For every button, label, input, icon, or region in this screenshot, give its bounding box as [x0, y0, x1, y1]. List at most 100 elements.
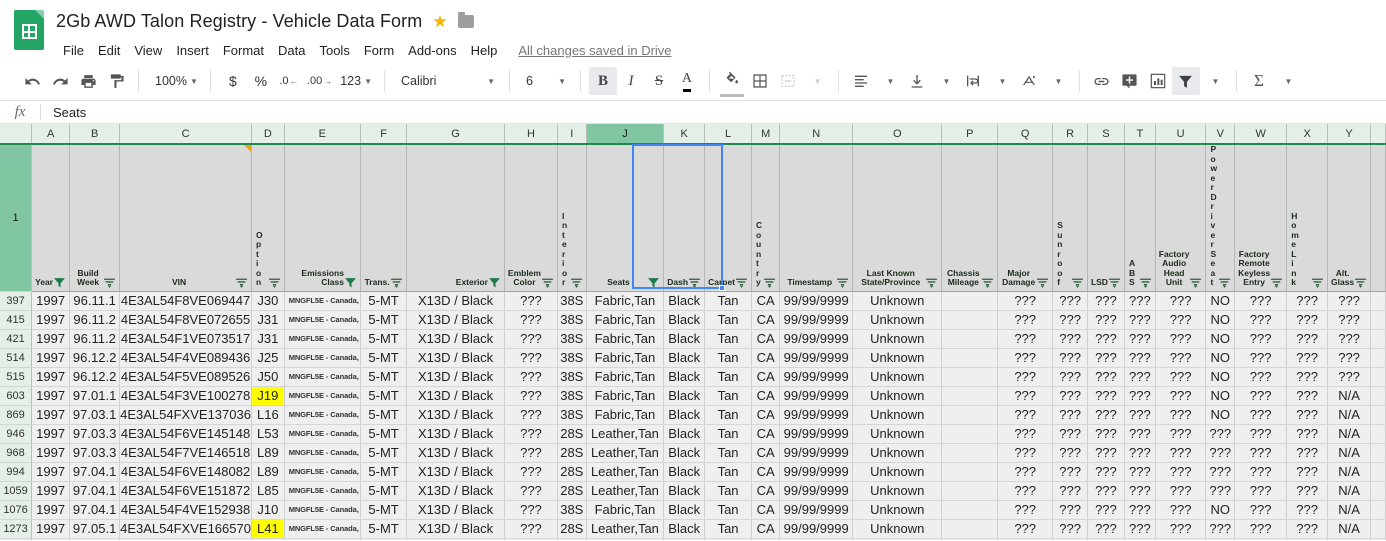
- text-wrap-dropdown[interactable]: ▼: [987, 67, 1015, 95]
- menu-item-edit[interactable]: Edit: [91, 41, 127, 60]
- cell-F968[interactable]: 5-MT: [360, 443, 408, 463]
- cell-Q1273[interactable]: ???: [997, 519, 1054, 539]
- cell-V1273[interactable]: ???: [1205, 519, 1236, 539]
- font-size-selector[interactable]: 6 ▼: [518, 67, 572, 95]
- cell-H415[interactable]: ???: [504, 310, 558, 330]
- cell-S514[interactable]: ???: [1087, 348, 1125, 368]
- cell-M603[interactable]: CA: [751, 386, 781, 406]
- cell-L415[interactable]: Tan: [704, 310, 753, 330]
- fill-color-icon[interactable]: [718, 67, 746, 97]
- row-header-514[interactable]: 514: [0, 348, 33, 368]
- cell-V1076[interactable]: NO: [1205, 500, 1236, 520]
- cell-M968[interactable]: CA: [751, 443, 781, 463]
- cell-W514[interactable]: ???: [1234, 348, 1288, 368]
- cell-C994[interactable]: 4E3AL54F6VE148082: [119, 462, 252, 482]
- row-header-421[interactable]: 421: [0, 329, 33, 349]
- cell-A421[interactable]: 1997: [31, 329, 71, 349]
- cell-C397[interactable]: 4E3AL54F8VE069447: [119, 291, 252, 311]
- cell-V603[interactable]: NO: [1205, 386, 1236, 406]
- cell-C968[interactable]: 4E3AL54F7VE146518: [119, 443, 252, 463]
- filter-dropdown[interactable]: ▼: [1200, 67, 1228, 95]
- decrease-decimal-button[interactable]: .0 ←: [275, 67, 303, 95]
- column-header-h[interactable]: H: [504, 124, 558, 145]
- cell-X1451[interactable]: ???: [1286, 538, 1328, 540]
- cell-D946[interactable]: L53: [251, 424, 285, 444]
- cell-V1451[interactable]: ???: [1205, 538, 1236, 540]
- cell-F1451[interactable]: 5-MT: [360, 538, 408, 540]
- table-row[interactable]: 1451199797.05.24E3AL54F8VE175705J06MNGFL…: [0, 538, 1386, 540]
- cell-P421[interactable]: [941, 329, 999, 349]
- cell-J1059[interactable]: Leather,Tan: [586, 481, 665, 501]
- menu-item-tools[interactable]: Tools: [312, 41, 356, 60]
- percent-format-button[interactable]: %: [247, 67, 275, 95]
- redo-icon[interactable]: [46, 67, 74, 95]
- cell-Q603[interactable]: ???: [997, 386, 1054, 406]
- cell-C869[interactable]: 4E3AL54FXVE137036: [119, 405, 252, 425]
- cell-F1273[interactable]: 5-MT: [360, 519, 408, 539]
- cell-B421[interactable]: 96.11.2: [69, 329, 121, 349]
- cell-O421[interactable]: Unknown: [852, 329, 943, 349]
- cell-M415[interactable]: CA: [751, 310, 781, 330]
- cell-M514[interactable]: CA: [751, 348, 781, 368]
- cell-U415[interactable]: ???: [1155, 310, 1207, 330]
- cell-D421[interactable]: J31: [251, 329, 285, 349]
- table-row[interactable]: 994 1997 97.04.1 4E3AL54F6VE148082 L89 MNGFL5…: [0, 462, 1386, 482]
- cell-X514[interactable]: ???: [1286, 348, 1328, 368]
- cell-T869[interactable]: ???: [1124, 405, 1156, 425]
- column-header-s[interactable]: S: [1087, 124, 1125, 145]
- cell-D415[interactable]: J31: [251, 310, 285, 330]
- cell-C1451[interactable]: 4E3AL54F8VE175705: [119, 538, 252, 540]
- cell-P968[interactable]: [941, 443, 999, 463]
- cell-Q994[interactable]: ???: [997, 462, 1054, 482]
- cell-V421[interactable]: NO: [1205, 329, 1236, 349]
- cell-U869[interactable]: ???: [1155, 405, 1207, 425]
- cell-E603[interactable]: MNGFL5E - Canada,: [284, 386, 361, 406]
- column-header-v[interactable]: V: [1205, 124, 1236, 145]
- cell-O515[interactable]: Unknown: [852, 367, 943, 387]
- spreadsheet-grid[interactable]: ABCDEFGHIJKLMNOPQRSTUVWXY 1 Year Build Wee…: [0, 124, 1386, 540]
- cell-W1273[interactable]: ???: [1234, 519, 1288, 539]
- merge-cells-icon[interactable]: [774, 67, 802, 95]
- cell-T1273[interactable]: ???: [1124, 519, 1156, 539]
- cell-Q946[interactable]: ???: [997, 424, 1054, 444]
- font-family-selector[interactable]: Calibri ▼: [393, 67, 501, 95]
- cell-S994[interactable]: ???: [1087, 462, 1125, 482]
- cell-G869[interactable]: X13D / Black: [406, 405, 505, 425]
- cell-A515[interactable]: 1997: [31, 367, 71, 387]
- column-header-l[interactable]: L: [704, 124, 753, 145]
- cell-W515[interactable]: ???: [1234, 367, 1288, 387]
- cell-W994[interactable]: ???: [1234, 462, 1288, 482]
- cell-T946[interactable]: ???: [1124, 424, 1156, 444]
- cell-I968[interactable]: 28S: [557, 443, 587, 463]
- cell-U1273[interactable]: ???: [1155, 519, 1207, 539]
- cell-U1076[interactable]: ???: [1155, 500, 1207, 520]
- cell-L1451[interactable]: Tan: [704, 538, 753, 540]
- cell-N1451[interactable]: 99/99/9999: [779, 538, 854, 540]
- cell-R603[interactable]: ???: [1052, 386, 1088, 406]
- cell-F603[interactable]: 5-MT: [360, 386, 408, 406]
- cell-G1076[interactable]: X13D / Black: [406, 500, 505, 520]
- cell-F397[interactable]: 5-MT: [360, 291, 408, 311]
- cell-S1273[interactable]: ???: [1087, 519, 1125, 539]
- cell-H421[interactable]: ???: [504, 329, 558, 349]
- cell-H1273[interactable]: ???: [504, 519, 558, 539]
- column-header-x[interactable]: X: [1286, 124, 1328, 145]
- column-header-c[interactable]: C: [119, 124, 252, 145]
- cell-L869[interactable]: Tan: [704, 405, 753, 425]
- cell-P1059[interactable]: [941, 481, 999, 501]
- cell-B1076[interactable]: 97.04.1: [69, 500, 121, 520]
- table-row[interactable]: 869 1997 97.03.1 4E3AL54FXVE137036 L16 MNGFL5…: [0, 405, 1386, 425]
- cell-S1451[interactable]: ???: [1087, 538, 1125, 540]
- menu-item-view[interactable]: View: [127, 41, 169, 60]
- cell-F514[interactable]: 5-MT: [360, 348, 408, 368]
- row-header-515[interactable]: 515: [0, 367, 33, 387]
- table-row[interactable]: 946 1997 97.03.3 4E3AL54F6VE145148 L53 MNGFL5…: [0, 424, 1386, 444]
- cell-F421[interactable]: 5-MT: [360, 329, 408, 349]
- cell-E869[interactable]: MNGFL5E - Canada,: [284, 405, 361, 425]
- cell-G946[interactable]: X13D / Black: [406, 424, 505, 444]
- text-wrap-icon[interactable]: [959, 67, 987, 95]
- cell-K421[interactable]: Black: [663, 329, 706, 349]
- cell-J968[interactable]: Leather,Tan: [586, 443, 665, 463]
- cell-C515[interactable]: 4E3AL54F5VE089526: [119, 367, 252, 387]
- cell-B994[interactable]: 97.04.1: [69, 462, 121, 482]
